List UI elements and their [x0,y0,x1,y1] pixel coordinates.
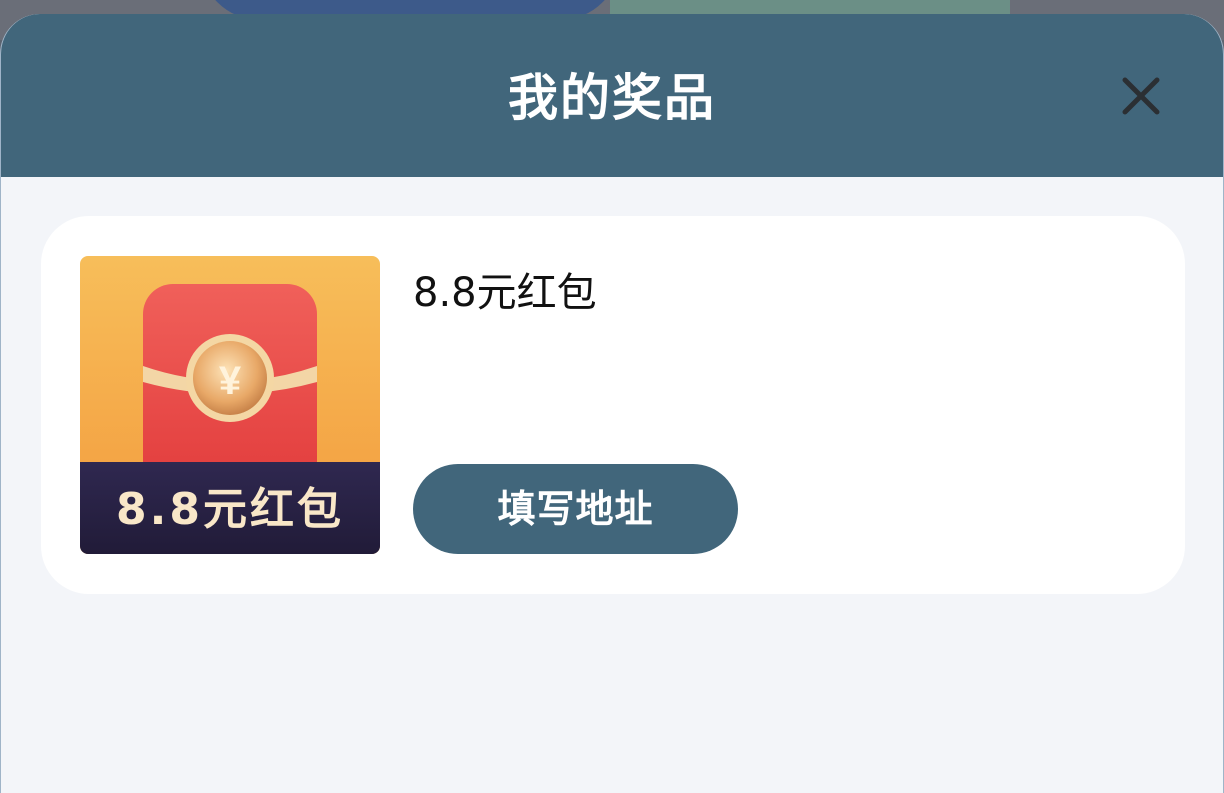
close-button[interactable] [1121,76,1161,116]
prizes-modal: 我的奖品 ¥ 8.8元红包 8.8元红包 填写地址 [0,14,1224,793]
fill-address-button[interactable]: 填写地址 [413,464,738,554]
red-envelope-image: ¥ 8.8元红包 [80,256,380,554]
yuan-symbol: ¥ [219,359,242,403]
modal-title: 我的奖品 [508,69,716,127]
prize-name: 8.8元红包 [413,270,597,316]
close-icon [1122,77,1160,115]
prize-card: ¥ 8.8元红包 8.8元红包 填写地址 [41,216,1185,594]
image-caption: 8.8元红包 [116,484,344,535]
modal-header: 我的奖品 [1,14,1223,177]
